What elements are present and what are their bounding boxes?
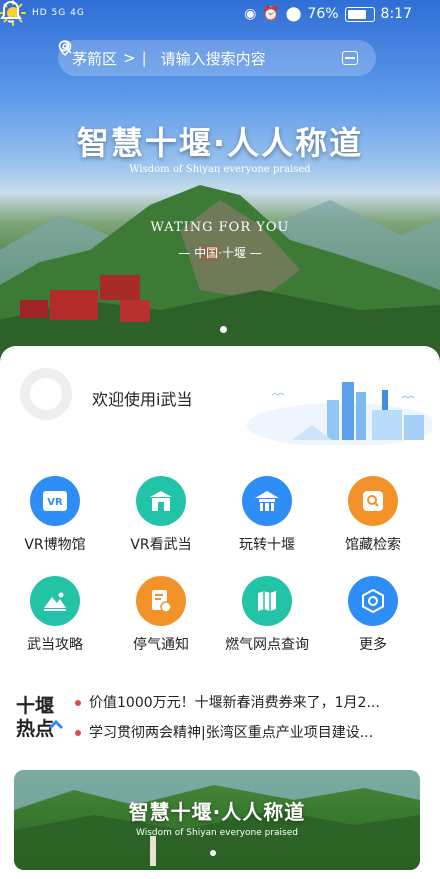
bell-icon[interactable] [0,0,22,24]
map-icon [242,576,292,626]
more-icon [348,576,398,626]
hero-tagline: WATING FOR YOU [150,220,290,235]
hero-title: 智慧十堰·人人称道 [76,124,364,162]
news-bullet [75,730,81,736]
service-more[interactable]: 更多 [318,576,428,654]
pavilion-icon [242,476,292,526]
promo-banner[interactable]: 智慧十堰·人人称道 Wisdom of Shiyan everyone prai… [14,770,420,870]
avatar[interactable] [20,368,72,420]
welcome-text: 欢迎使用i武当 [92,390,193,409]
battery-percent: 76% [307,6,339,22]
service-vr-museum[interactable]: VR VR博物馆 [0,476,110,554]
temple-icon [136,476,186,526]
banner-subtitle: Wisdom of Shiyan everyone praised [136,828,298,838]
news-headline: 价值1000万元！十堰新春消费券来了，1月2... [89,695,380,711]
battery-icon [344,6,375,22]
location-icon: ⬤ [285,6,302,22]
search-input[interactable]: 请输入搜索内容 [161,48,342,69]
scan-icon[interactable] [342,51,358,65]
status-bar: HD 5G 4G ◉ ⏰ ⬤ 76% 8:17 [0,0,440,30]
search-collection-icon [348,476,398,526]
svg-text:热点: 热点 [16,717,54,740]
service-label: 武当攻略 [27,637,83,653]
mountain-guide-icon [30,576,80,626]
svg-text:十堰: 十堰 [16,694,54,717]
service-label: 停气通知 [133,637,189,653]
service-label: VR博物馆 [24,537,86,553]
service-collection-search[interactable]: 馆藏检索 [318,476,428,554]
service-gas-notice[interactable]: 停气通知 [106,576,216,654]
banner-carousel-indicator [210,850,216,856]
news-bullet [75,700,81,706]
search-icon [58,40,72,54]
chevron-right-icon: > [123,49,136,67]
service-vr-wudang[interactable]: VR看武当 [106,476,216,554]
district-label: 茅箭区 [72,49,118,68]
service-label: 燃气网点查询 [225,637,309,653]
hero-place: — 中国·十堰 — [178,246,262,260]
search-divider: | [141,49,147,67]
vr-icon: VR [30,476,80,526]
gas-notice-icon [136,576,186,626]
district-selector[interactable]: 茅箭区 > [58,40,136,69]
service-play-shiyan[interactable]: 玩转十堰 [212,476,322,554]
hero-subtitle: Wisdom of Shiyan everyone praised [129,164,311,175]
alarm-icon: ⏰ [262,6,280,22]
news-item[interactable]: 价值1000万元！十堰新春消费券来了，1月2... [75,692,420,712]
city-skyline-illustration [247,382,432,445]
news-item[interactable]: 学习贯彻两会精神|张湾区重点产业项目建设... [75,722,420,742]
banner-title: 智慧十堰·人人称道 [128,800,306,824]
eye-icon: ◉ [244,6,257,22]
signal-indicators: HD 5G 4G [32,8,85,18]
service-gas-outlet-search[interactable]: 燃气网点查询 [212,576,322,654]
search-bar[interactable]: 茅箭区 > | 请输入搜索内容 [58,40,376,76]
service-label: 玩转十堰 [239,537,295,553]
hero-banner[interactable]: HD 5G 4G ◉ ⏰ ⬤ 76% 8:17 茅箭区 > | 请输入搜索内容 … [0,0,440,370]
service-label: VR看武当 [130,537,192,553]
service-wudang-guide[interactable]: 武当攻略 [0,576,110,654]
carousel-indicator [220,326,227,333]
shiyan-hotspot-logo[interactable]: 十堰 热点 [14,692,66,740]
service-label: 馆藏检索 [345,537,401,553]
clock: 8:17 [380,6,412,22]
service-label: 更多 [359,637,387,653]
svg-text:VR: VR [47,497,63,508]
news-headline: 学习贯彻两会精神|张湾区重点产业项目建设... [89,725,374,741]
